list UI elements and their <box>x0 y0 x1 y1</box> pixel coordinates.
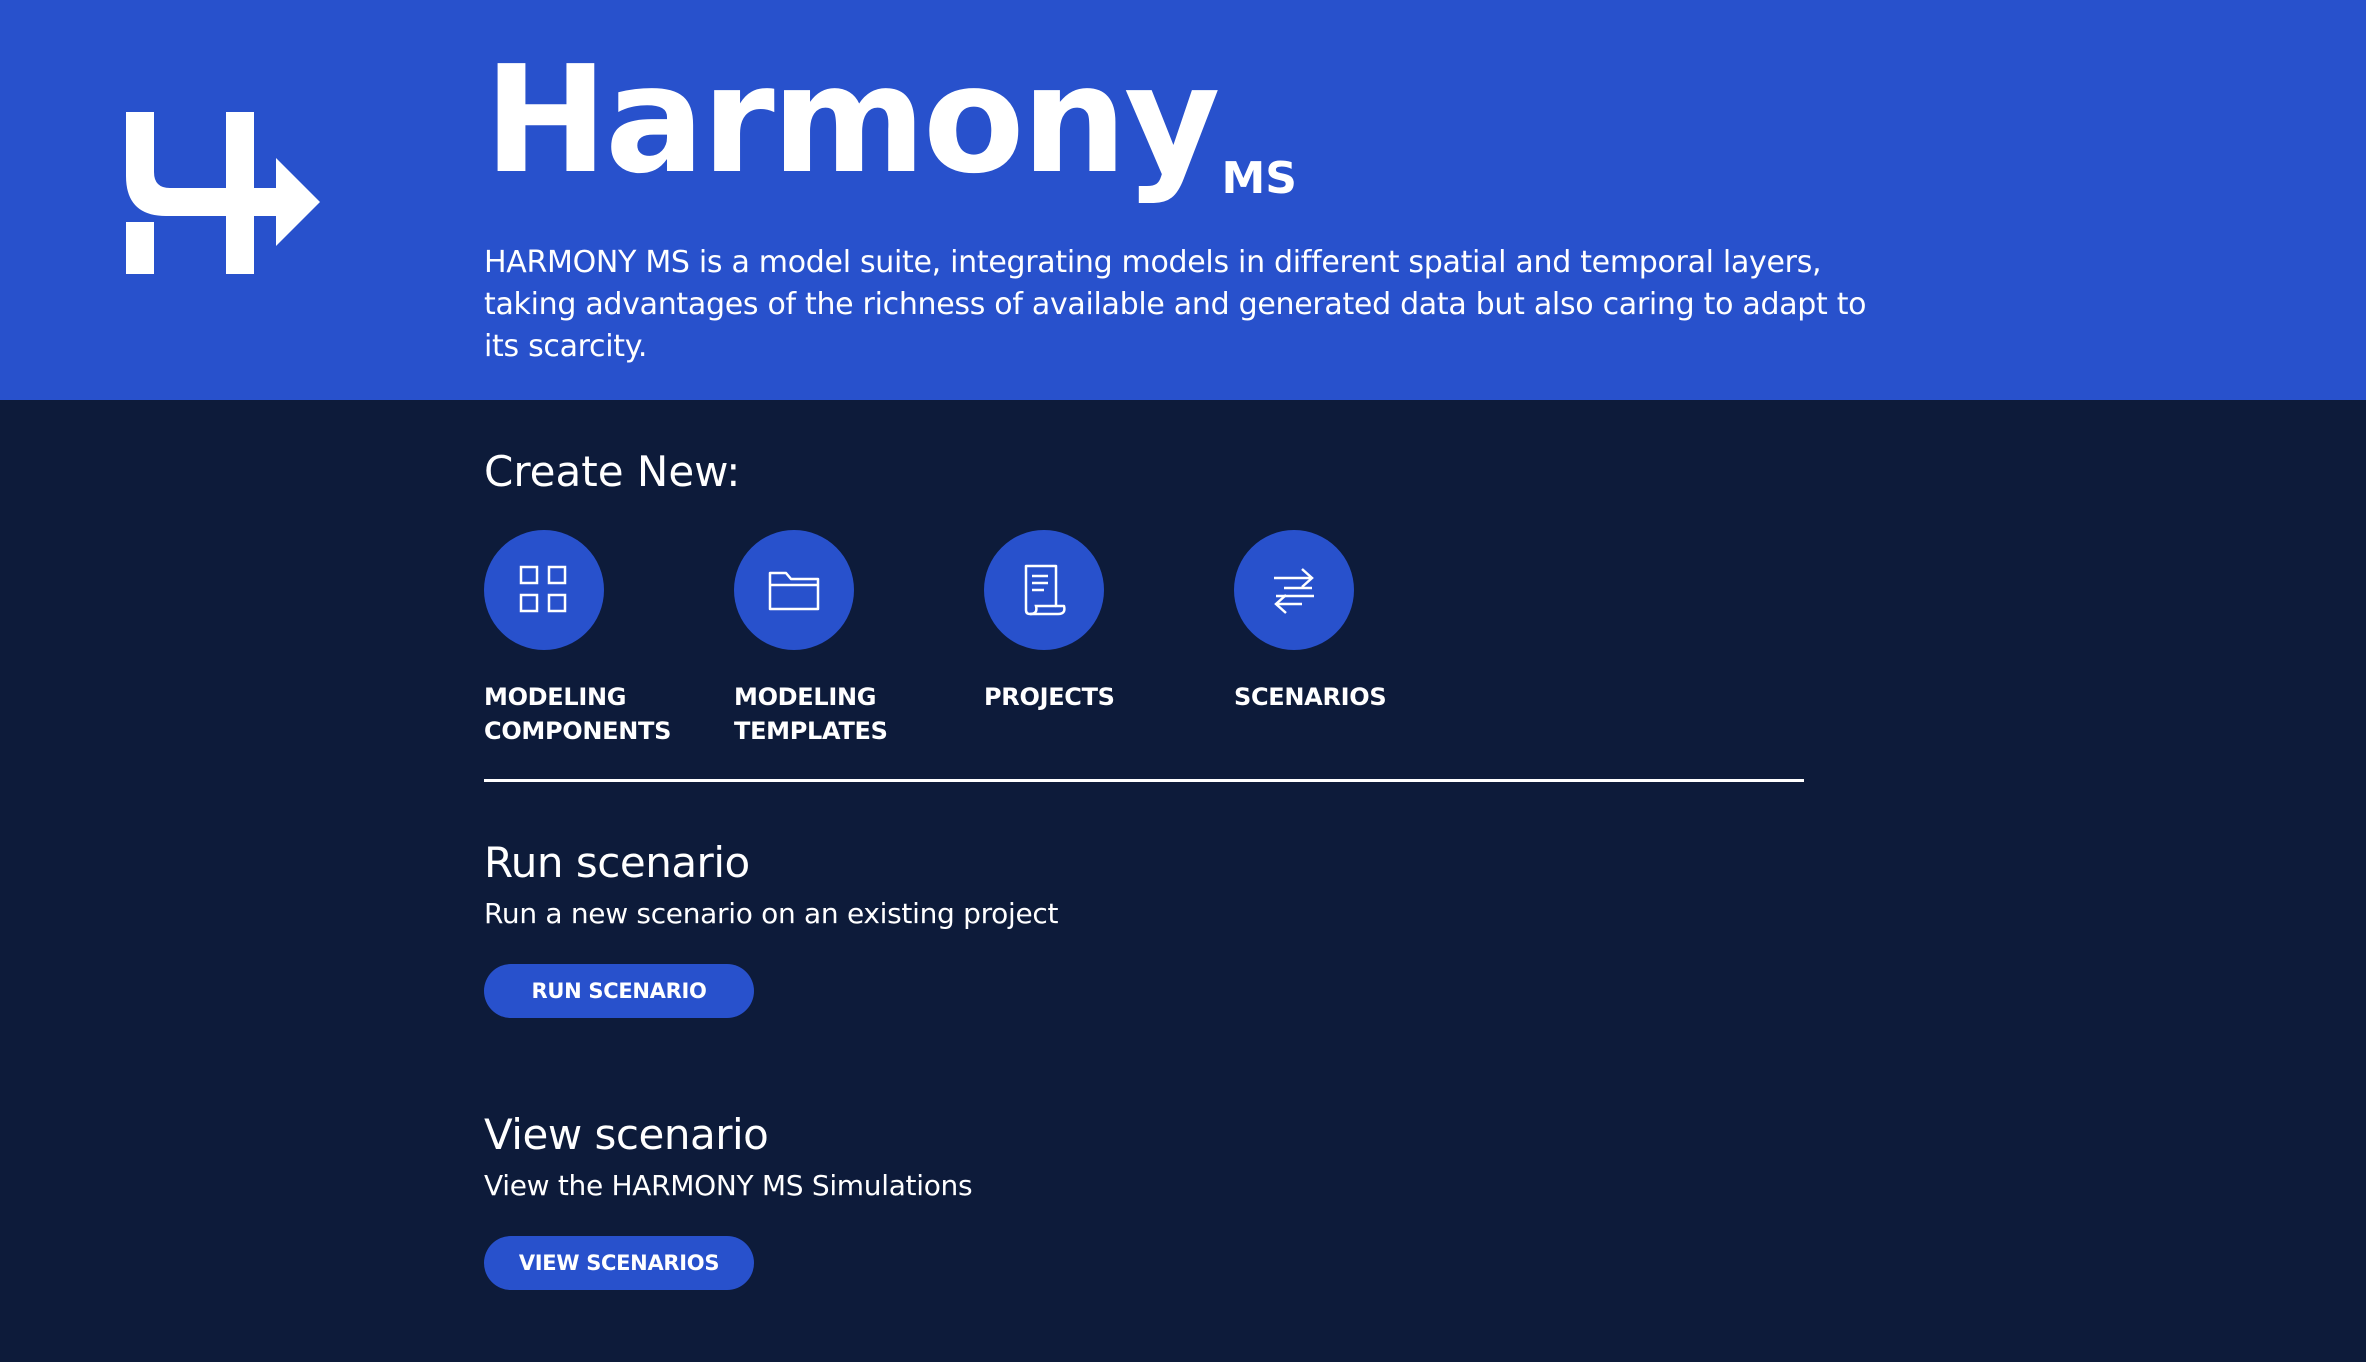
create-item-circle[interactable] <box>984 530 1104 650</box>
document-scroll-icon <box>1024 564 1066 616</box>
create-item-circle[interactable] <box>484 530 604 650</box>
create-item-circle[interactable] <box>734 530 854 650</box>
hero-description: HARMONY MS is a model suite, integrating… <box>484 245 1867 364</box>
create-projects-button[interactable]: PROJECTS <box>984 530 1214 714</box>
brand-name: Harmony <box>484 34 1220 206</box>
folder-icon <box>768 571 820 611</box>
grid-icon <box>519 565 567 613</box>
view-scenario-description: View the HARMONY MS Simulations <box>484 1169 973 1202</box>
view-scenarios-button[interactable]: VIEW SCENARIOS <box>484 1236 754 1290</box>
brand-suffix: MS <box>1221 153 1297 204</box>
brand-title: HarmonyMS <box>484 30 1297 210</box>
create-modeling-templates-button[interactable]: MODELING TEMPLATES <box>734 530 964 748</box>
create-modeling-components-button[interactable]: MODELING COMPONENTS <box>484 530 714 748</box>
create-item-label: SCENARIOS <box>1234 683 1387 711</box>
create-item-label: MODELING TEMPLATES <box>734 683 888 745</box>
run-scenario-section: Run scenario Run a new scenario on an ex… <box>484 834 1284 1018</box>
section-divider <box>484 779 1804 782</box>
harmony-logo-icon <box>126 112 320 274</box>
swap-arrows-icon <box>1274 568 1314 614</box>
view-scenario-title: View scenario <box>484 1110 769 1159</box>
run-scenario-description: Run a new scenario on an existing projec… <box>484 897 1059 930</box>
create-scenarios-button[interactable]: SCENARIOS <box>1234 530 1464 714</box>
create-new-title: Create New: <box>484 447 741 496</box>
run-scenario-button[interactable]: RUN SCENARIO <box>484 964 754 1018</box>
run-scenario-title: Run scenario <box>484 838 750 887</box>
create-item-circle[interactable] <box>1234 530 1354 650</box>
hero-banner: HarmonyMS HARMONY MS is a model suite, i… <box>0 0 2366 400</box>
view-scenario-section: View scenario View the HARMONY MS Simula… <box>484 1106 1284 1290</box>
create-new-grid: MODELING COMPONENTS MODELING TEMPLATES P… <box>484 530 1484 760</box>
create-item-label: MODELING COMPONENTS <box>484 683 672 745</box>
create-item-label: PROJECTS <box>984 683 1115 711</box>
